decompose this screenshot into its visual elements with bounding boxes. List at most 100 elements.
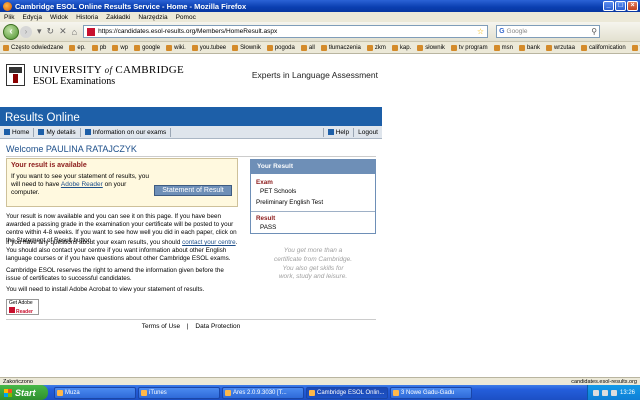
bookmark-item[interactable]: kap. bbox=[391, 44, 411, 51]
menu-item-widok[interactable]: Widok bbox=[50, 14, 68, 21]
search-placeholder[interactable]: Google bbox=[507, 28, 528, 35]
home-icon bbox=[4, 129, 10, 135]
bookmark-item[interactable]: bank bbox=[518, 44, 540, 51]
nav-my-details[interactable]: My details bbox=[34, 127, 81, 137]
menu-item-edycja[interactable]: Edycja bbox=[22, 14, 42, 21]
nav-logout[interactable]: Logout bbox=[353, 127, 382, 137]
bookmark-item[interactable]: all bbox=[300, 44, 315, 51]
menu-item-narzedzia[interactable]: Narzędzia bbox=[138, 14, 167, 21]
url-text[interactable]: https://candidates.esol-results.org/Memb… bbox=[98, 28, 277, 35]
maximize-button[interactable]: □ bbox=[615, 1, 626, 11]
app-icon bbox=[141, 389, 147, 396]
result-available-box: Your result is available If you want to … bbox=[6, 158, 238, 207]
menu-item-historia[interactable]: Historia bbox=[76, 14, 98, 21]
system-tray: 13:26 bbox=[586, 385, 640, 400]
bookmark-item[interactable]: zkm bbox=[366, 44, 386, 51]
menu-item-zakladki[interactable]: Zakładki bbox=[106, 14, 130, 21]
bookmark-item[interactable]: trojmiasto bbox=[631, 44, 640, 51]
menu-item-pomoc[interactable]: Pomoc bbox=[176, 14, 196, 21]
bookmark-item[interactable]: msn bbox=[493, 44, 513, 51]
forward-button[interactable]: › bbox=[20, 25, 32, 38]
bookmark-icon bbox=[545, 44, 552, 51]
taskbar-item-gadu-gadu[interactable]: 3 Nowe Gadu-Gadu bbox=[390, 386, 472, 399]
taskbar-item-ares[interactable]: Ares 2.0.9.3030 [T... bbox=[222, 386, 304, 399]
google-icon[interactable]: G bbox=[499, 28, 504, 35]
welcome-heading: Welcome PAULINA RATAJCZYK bbox=[6, 144, 137, 154]
reload-icon[interactable]: ↻ bbox=[47, 26, 55, 37]
taskbar-item-itunes[interactable]: iTunes bbox=[138, 386, 220, 399]
status-bar: Zakończono candidates.esol-results.org bbox=[0, 377, 640, 385]
bookmark-item[interactable]: wrzutaa bbox=[545, 44, 575, 51]
bookmark-item[interactable]: słownik bbox=[417, 44, 445, 51]
bookmark-icon bbox=[191, 44, 198, 51]
bookmark-icon bbox=[69, 44, 76, 51]
footer: Terms of Use | Data Protection bbox=[0, 323, 382, 330]
app-icon bbox=[57, 389, 63, 396]
adobe-icon bbox=[9, 306, 15, 313]
start-button[interactable]: Start bbox=[0, 385, 48, 400]
menu-item-plik[interactable]: Plik bbox=[4, 14, 14, 21]
info-icon bbox=[84, 129, 91, 135]
clock: 13:26 bbox=[619, 389, 635, 396]
bookmark-icon bbox=[391, 44, 398, 51]
bookmark-icon bbox=[580, 44, 587, 51]
site-header: UNIVERSITY of CAMBRIDGE ESOL Examination… bbox=[0, 55, 382, 103]
site-favicon-icon bbox=[87, 27, 96, 36]
bookmark-star-icon[interactable]: ☆ bbox=[477, 27, 487, 36]
close-button[interactable]: × bbox=[627, 1, 638, 11]
bookmark-icon bbox=[232, 44, 239, 51]
help-icon bbox=[327, 129, 334, 135]
bookmark-icon bbox=[3, 44, 9, 51]
status-domain: candidates.esol-results.org bbox=[571, 378, 637, 385]
data-protection-link[interactable]: Data Protection bbox=[195, 323, 240, 330]
result-value: PASS bbox=[260, 224, 277, 231]
bookmark-icon bbox=[417, 44, 424, 51]
bookmark-item[interactable]: Często odwiedzane bbox=[3, 44, 63, 51]
back-button[interactable]: ‹ bbox=[3, 23, 19, 40]
nav-home[interactable]: Home bbox=[0, 127, 35, 137]
bookmark-item[interactable]: pogoda bbox=[266, 44, 295, 51]
bookmark-item[interactable]: pb bbox=[91, 44, 106, 51]
divider bbox=[6, 156, 376, 157]
bookmark-item[interactable]: tłumaczenia bbox=[320, 44, 361, 51]
tray-icon[interactable] bbox=[592, 389, 599, 396]
your-result-heading: Your Result bbox=[251, 160, 375, 174]
exam-label: Exam bbox=[256, 179, 273, 186]
url-bar[interactable]: https://candidates.esol-results.org/Memb… bbox=[83, 25, 489, 38]
firefox-icon bbox=[309, 389, 315, 396]
minimize-button[interactable]: _ bbox=[603, 1, 614, 11]
taskbar: Start Muza iTunes Ares 2.0.9.3030 [T... … bbox=[0, 385, 640, 400]
bookmark-item[interactable]: you.tubee bbox=[191, 44, 226, 51]
home-icon[interactable]: ⌂ bbox=[72, 27, 77, 37]
tray-icon[interactable] bbox=[601, 389, 608, 396]
taskbar-item-firefox[interactable]: Cambridge ESOL Onlin... bbox=[306, 386, 388, 399]
get-adobe-reader-badge[interactable]: Get Adobe Reader bbox=[6, 299, 39, 315]
promo-text: You get more than a certificate from Cam… bbox=[273, 247, 353, 281]
search-icon[interactable]: ⚲ bbox=[591, 27, 599, 36]
esol-name: ESOL Examinations bbox=[33, 76, 116, 87]
tray-icon[interactable] bbox=[610, 389, 617, 396]
nav-help[interactable]: Help bbox=[322, 127, 353, 137]
nav-exam-info[interactable]: Information on our exams bbox=[81, 127, 172, 137]
reserve-paragraph: Cambridge ESOL reserves the right to ame… bbox=[6, 267, 224, 282]
contact-centre-link[interactable]: contact your centre bbox=[182, 239, 236, 246]
bookmark-item[interactable]: Słownik bbox=[232, 44, 261, 51]
bookmark-item[interactable]: ep. bbox=[69, 44, 86, 51]
bookmark-item[interactable]: californication bbox=[580, 44, 626, 51]
dropdown-arrow-icon[interactable]: ▾ bbox=[37, 26, 42, 37]
adobe-reader-link[interactable]: Adobe Reader bbox=[61, 181, 103, 188]
bookmark-item[interactable]: wp bbox=[112, 44, 128, 51]
cambridge-crest-logo bbox=[6, 64, 25, 86]
bookmark-item[interactable]: google bbox=[134, 44, 160, 51]
bookmark-item[interactable]: wiki. bbox=[166, 44, 186, 51]
bookmark-icon bbox=[631, 44, 638, 51]
terms-link[interactable]: Terms of Use bbox=[142, 323, 180, 330]
result-available-title: Your result is available bbox=[11, 162, 87, 169]
windows-logo-icon bbox=[4, 388, 12, 397]
bookmark-icon bbox=[450, 44, 457, 51]
taskbar-item-muza[interactable]: Muza bbox=[54, 386, 136, 399]
search-box[interactable]: G Google ⚲ bbox=[496, 25, 601, 38]
stop-icon[interactable]: ✕ bbox=[59, 26, 67, 37]
bookmark-item[interactable]: tv program bbox=[450, 44, 488, 51]
statement-of-result-button[interactable]: Statement of Result bbox=[154, 185, 232, 196]
